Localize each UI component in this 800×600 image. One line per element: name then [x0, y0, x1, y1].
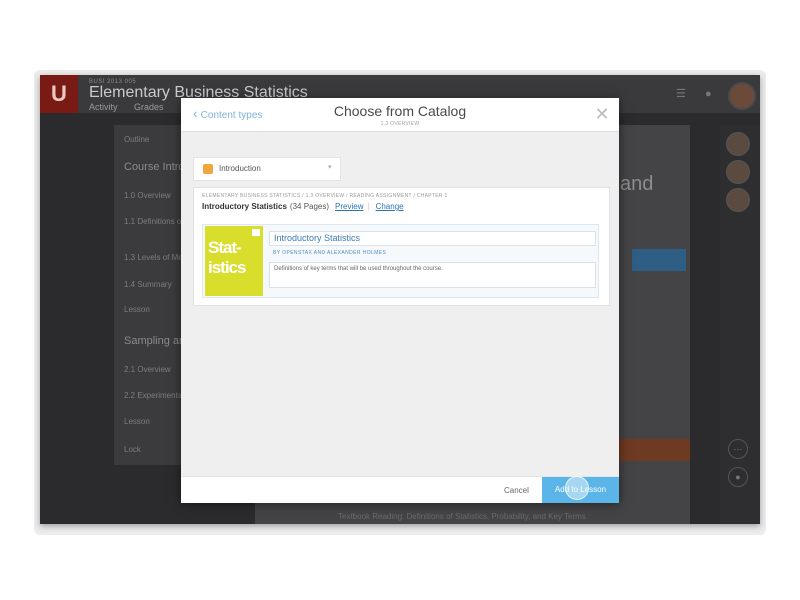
participant-avatar[interactable] [726, 132, 750, 156]
background-reading-text: Textbook Reading: Definitions of Statist… [338, 512, 586, 521]
notification-icon[interactable]: ☰ [676, 88, 686, 100]
close-icon[interactable]: ✕ [594, 105, 610, 123]
catalog-item-card: ELEMENTARY BUSINESS STATISTICS / 1.3 OVE… [193, 187, 610, 306]
sidebar-section-intro[interactable]: Course Intro [124, 161, 185, 173]
sidebar-item-overview[interactable]: 1.0 Overview [124, 191, 171, 200]
preview-link[interactable]: Preview [335, 202, 363, 211]
course-nav: Activity Grades [89, 102, 178, 112]
sidebar-item-lock[interactable]: Lock [124, 445, 141, 454]
modal-title: Choose from Catalog [333, 103, 467, 119]
cancel-button[interactable]: Cancel [504, 486, 529, 495]
entry-title-field[interactable]: Introductory Statistics [269, 231, 596, 246]
chevron-down-icon: ▾ [328, 164, 332, 171]
book-cover[interactable]: Stat- istics [205, 226, 263, 296]
dropdown-selected-label: Introduction [219, 164, 261, 173]
content-type-dropdown[interactable]: Introduction ▾ [193, 157, 341, 181]
choose-catalog-modal: ‹ Content types Choose from Catalog 1.3 O… [181, 98, 619, 503]
nav-activity[interactable]: Activity [89, 102, 118, 112]
change-link[interactable]: Change [376, 202, 404, 211]
cover-word-2: istics [208, 258, 246, 277]
sidebar-item-lesson-2[interactable]: Lesson [124, 417, 150, 426]
book-line: Introductory Statistics (34 Pages) Preview… [202, 202, 404, 211]
university-logo[interactable]: U [40, 75, 78, 113]
author-line: BY OPENSTAX AND ALEXANDER HOLMES [273, 250, 387, 256]
description-text: Definitions of key terms that will be us… [274, 266, 443, 272]
background-heading: and [620, 173, 654, 195]
participant-avatar[interactable] [726, 188, 750, 212]
entry-title: Introductory Statistics [274, 233, 361, 243]
book-title: Introductory Statistics [202, 202, 287, 211]
people-icon[interactable]: ● [728, 467, 748, 487]
sidebar-item-experiments[interactable]: 2.2 Experiments [124, 391, 182, 400]
cover-word-1: Stat- [208, 238, 242, 257]
color-swatch [203, 164, 213, 174]
top-icons: ☰ ● [676, 87, 728, 100]
description-field[interactable]: Definitions of key terms that will be us… [269, 262, 596, 288]
people-icon[interactable]: ● [705, 88, 712, 100]
participant-avatar[interactable] [726, 160, 750, 184]
divider: | [367, 202, 370, 211]
edit-button-bg [632, 249, 686, 271]
more-icon[interactable]: ⋯ [728, 439, 748, 459]
click-cursor-indicator [565, 476, 589, 500]
openstax-badge-icon [252, 229, 260, 236]
page-count: (34 Pages) [289, 202, 330, 211]
breadcrumb: ELEMENTARY BUSINESS STATISTICS / 1.3 OVE… [202, 193, 448, 199]
modal-subtitle: 1.3 OVERVIEW [380, 121, 420, 127]
sidebar-item-overview-2[interactable]: 2.1 Overview [124, 365, 171, 374]
modal-header: ‹ Content types Choose from Catalog 1.3 O… [181, 98, 619, 132]
participants-column [720, 125, 760, 524]
book-entry: Stat- istics Introductory Statistics BY … [202, 224, 599, 298]
sidebar-item-lesson[interactable]: Lesson [124, 305, 150, 314]
sidebar-item-summary[interactable]: 1.4 Summary [124, 280, 172, 289]
nav-grades[interactable]: Grades [134, 102, 164, 112]
modal-footer: Cancel Add to Lesson [181, 476, 619, 503]
user-avatar[interactable] [728, 82, 756, 110]
sidebar-item-outline[interactable]: Outline [124, 135, 149, 144]
